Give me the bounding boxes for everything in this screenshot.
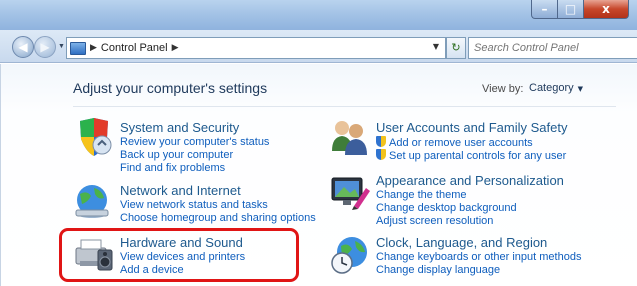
- breadcrumb-chevron-icon[interactable]: ▶: [172, 43, 179, 53]
- task-link[interactable]: Add a device: [120, 264, 184, 276]
- task-link[interactable]: Find and fix problems: [120, 162, 225, 174]
- task-link[interactable]: Review your computer's status: [120, 136, 269, 148]
- printer-speaker-icon: [75, 239, 113, 271]
- recent-pages-dropdown-icon[interactable]: ▼: [58, 43, 65, 50]
- forward-button[interactable]: ▶: [34, 36, 56, 58]
- window-controls: – □ x: [531, 0, 629, 19]
- view-by-label: View by:: [482, 83, 524, 95]
- close-button[interactable]: x: [584, 0, 629, 19]
- view-by-value: Category: [529, 82, 574, 94]
- security-shield-icon: [80, 118, 112, 156]
- control-panel-icon: [70, 41, 86, 55]
- task-link[interactable]: Back up your computer: [120, 149, 233, 161]
- chevron-down-icon: ▼: [577, 85, 584, 93]
- task-link[interactable]: Set up parental controls for any user: [376, 149, 566, 162]
- search-box[interactable]: ⌕: [468, 37, 637, 59]
- task-link[interactable]: Choose homegroup and sharing options: [120, 212, 316, 224]
- category-title-link[interactable]: Network and Internet: [120, 183, 241, 198]
- search-input[interactable]: [469, 42, 629, 54]
- task-link[interactable]: Adjust screen resolution: [376, 215, 493, 227]
- network-globe-icon: [75, 185, 109, 218]
- divider: [73, 106, 616, 107]
- address-dropdown-icon[interactable]: ▼: [433, 42, 439, 51]
- page-title: Adjust your computer's settings: [73, 80, 268, 96]
- maximize-button[interactable]: □: [558, 0, 584, 19]
- task-link[interactable]: View devices and printers: [120, 251, 245, 263]
- task-link[interactable]: Change desktop background: [376, 202, 517, 214]
- breadcrumb-chevron-icon[interactable]: ▶: [90, 43, 97, 53]
- task-link[interactable]: Change keyboards or other input methods: [376, 251, 581, 263]
- category-title-link[interactable]: User Accounts and Family Safety: [376, 120, 567, 135]
- task-link-label: Set up parental controls for any user: [389, 150, 567, 162]
- category-title-link[interactable]: Clock, Language, and Region: [376, 235, 547, 250]
- task-link-label: Add or remove user accounts: [389, 137, 533, 149]
- navigation-bar: ◀ ▶ ▼ ▶ Control Panel ▶ ▼ ↻ ⌕: [0, 30, 637, 63]
- display-palette-icon: [331, 177, 370, 210]
- view-by-dropdown[interactable]: Category ▼: [523, 79, 589, 99]
- task-link[interactable]: View network status and tasks: [120, 199, 268, 211]
- category-title-link[interactable]: Hardware and Sound: [120, 235, 243, 250]
- address-field[interactable]: ▶ Control Panel ▶ ▼: [66, 37, 446, 59]
- breadcrumb-control-panel[interactable]: Control Panel: [101, 42, 168, 54]
- category-title-link[interactable]: System and Security: [120, 120, 239, 135]
- admin-shield-icon: [376, 136, 386, 147]
- back-button[interactable]: ◀: [12, 36, 34, 58]
- users-icon: [332, 121, 367, 155]
- category-title-link[interactable]: Appearance and Personalization: [376, 173, 564, 188]
- task-link[interactable]: Change the theme: [376, 189, 467, 201]
- refresh-button[interactable]: ↻: [446, 37, 466, 59]
- task-link[interactable]: Add or remove user accounts: [376, 136, 533, 149]
- minimize-button[interactable]: –: [531, 0, 558, 19]
- window-titlebar: – □ x: [0, 0, 637, 30]
- task-link[interactable]: Change display language: [376, 264, 500, 276]
- clock-globe-icon: [331, 237, 367, 274]
- admin-shield-icon: [376, 149, 386, 160]
